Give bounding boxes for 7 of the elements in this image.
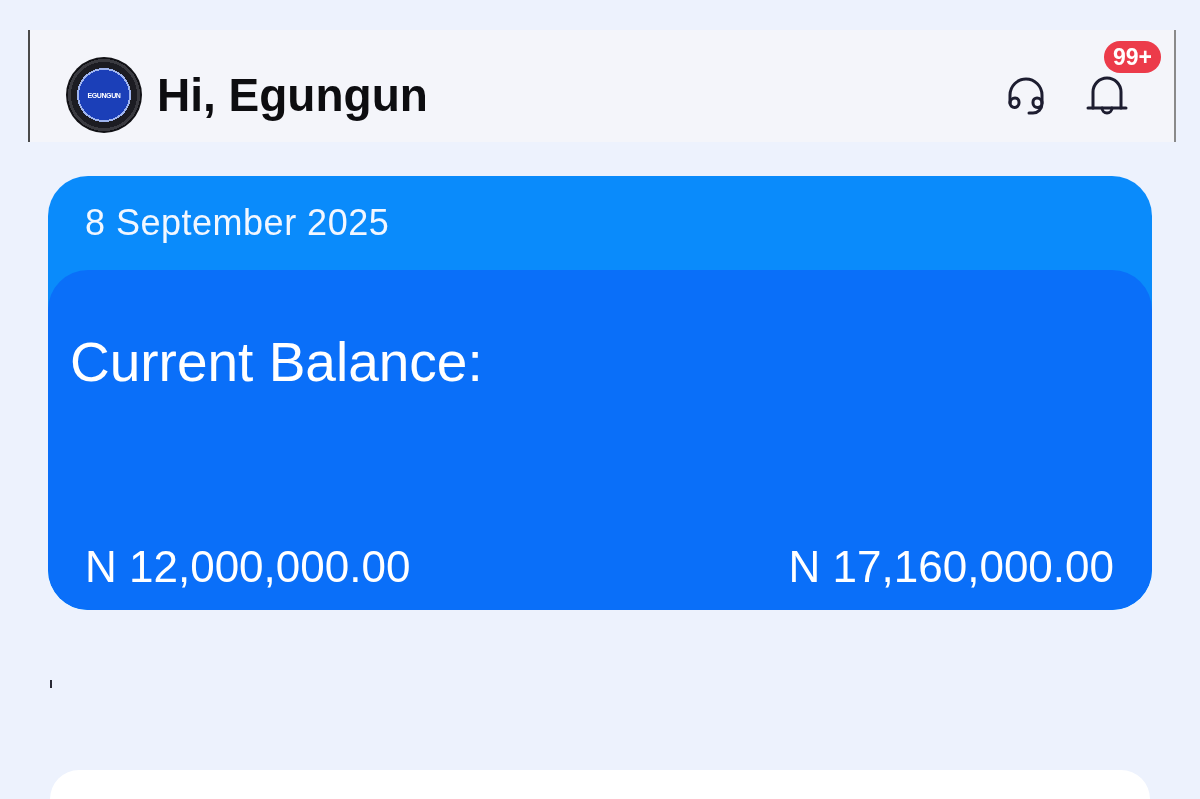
balance-amount: N 17,160,000.00	[788, 542, 1114, 592]
balance-amount: N 12,000,000.00	[85, 542, 411, 592]
balance-title: Current Balance:	[70, 330, 483, 394]
notification-badge: 99+	[1104, 41, 1161, 73]
balance-date: 8 September 2025	[85, 202, 390, 244]
greeting-text: Hi, Egungun	[157, 68, 428, 122]
cursor-mark-icon	[50, 680, 52, 688]
